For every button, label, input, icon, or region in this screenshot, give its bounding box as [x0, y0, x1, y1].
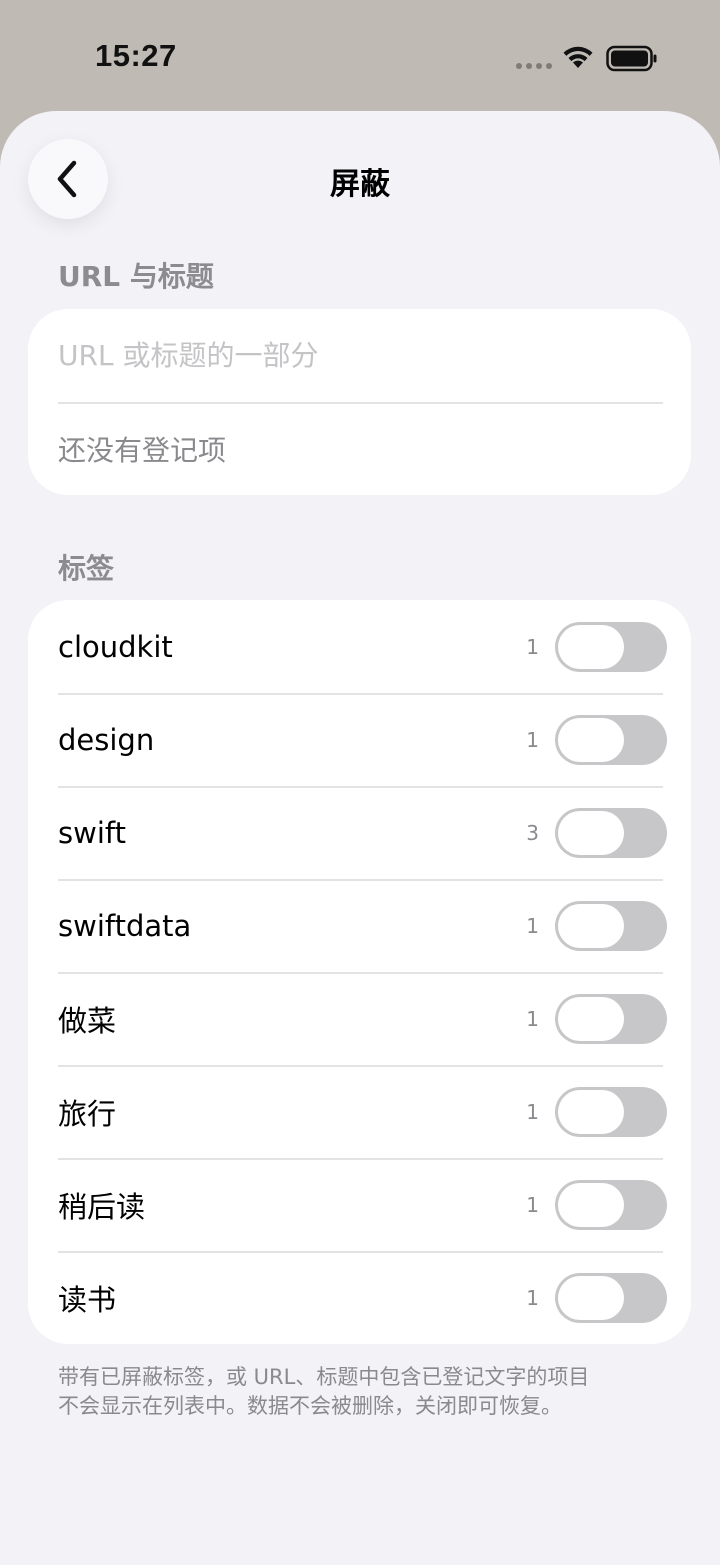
tag-label: 旅行: [58, 1096, 117, 1131]
status-bar: 15:27: [0, 0, 720, 110]
tag-row: swiftdata 1: [28, 879, 691, 972]
cellular-signal-icon: [516, 63, 552, 69]
tag-label: 读书: [58, 1282, 117, 1317]
toggle-knob: [558, 1275, 624, 1320]
tag-label: 做菜: [58, 1003, 117, 1038]
tag-count: 1: [526, 913, 539, 938]
tag-label: swift: [58, 815, 126, 850]
wifi-icon: [563, 46, 593, 68]
page-title: 屏蔽: [330, 167, 390, 202]
tag-row: cloudkit 1: [28, 600, 691, 693]
tag-toggle-reading[interactable]: [555, 1272, 667, 1323]
tag-count: 1: [526, 727, 539, 752]
tag-toggle-travel[interactable]: [555, 1086, 667, 1137]
footer-line-2: 不会显示在列表中。数据不会被删除，关闭即可恢复。: [58, 1394, 562, 1418]
blocking-sheet: 屏蔽 URL 与标题 还没有登记项 标签 cloudkit 1 design 1…: [0, 111, 720, 1565]
tags-card: cloudkit 1 design 1 swift 3 swiftdata 1 …: [28, 600, 691, 1344]
tag-count: 1: [526, 634, 539, 659]
tag-row: 做菜 1: [28, 972, 691, 1065]
tag-toggle-design[interactable]: [555, 714, 667, 765]
tag-label: swiftdata: [58, 908, 192, 943]
toggle-knob: [558, 903, 624, 948]
tag-count: 1: [526, 1099, 539, 1124]
tag-row: 读书 1: [28, 1251, 691, 1344]
tag-row: swift 3: [28, 786, 691, 879]
tag-count: 3: [526, 820, 539, 845]
tag-label: design: [58, 722, 155, 757]
toggle-knob: [558, 624, 624, 669]
toggle-knob: [558, 717, 624, 762]
tag-toggle-swiftdata[interactable]: [555, 900, 667, 951]
url-card: 还没有登记项: [28, 309, 691, 495]
url-title-input[interactable]: [58, 339, 658, 372]
tags-section-header: 标签: [58, 552, 115, 585]
tag-toggle-swift[interactable]: [555, 807, 667, 858]
url-empty-row: 还没有登记项: [28, 402, 691, 495]
tag-label: 稍后读: [58, 1189, 146, 1224]
tag-toggle-cloudkit[interactable]: [555, 621, 667, 672]
tag-label: cloudkit: [58, 629, 173, 664]
tag-row: 稍后读 1: [28, 1158, 691, 1251]
footer-note: 带有已屏蔽标签，或 URL、标题中包含已登记文字的项目 不会显示在列表中。数据不…: [58, 1363, 658, 1421]
tag-count: 1: [526, 1192, 539, 1217]
empty-state-text: 还没有登记项: [58, 433, 227, 467]
status-time: 15:27: [95, 38, 177, 73]
tag-toggle-cooking[interactable]: [555, 993, 667, 1044]
battery-icon: [606, 45, 657, 72]
tag-row: design 1: [28, 693, 691, 786]
tag-toggle-read-later[interactable]: [555, 1179, 667, 1230]
toggle-knob: [558, 996, 624, 1041]
footer-line-1: 带有已屏蔽标签，或 URL、标题中包含已登记文字的项目: [58, 1365, 590, 1389]
tag-count: 1: [526, 1006, 539, 1031]
url-section-header: URL 与标题: [58, 260, 214, 293]
tag-row: 旅行 1: [28, 1065, 691, 1158]
url-input-row: [28, 309, 691, 402]
toggle-knob: [558, 1182, 624, 1227]
toggle-knob: [558, 1089, 624, 1134]
toggle-knob: [558, 810, 624, 855]
tag-count: 1: [526, 1285, 539, 1310]
